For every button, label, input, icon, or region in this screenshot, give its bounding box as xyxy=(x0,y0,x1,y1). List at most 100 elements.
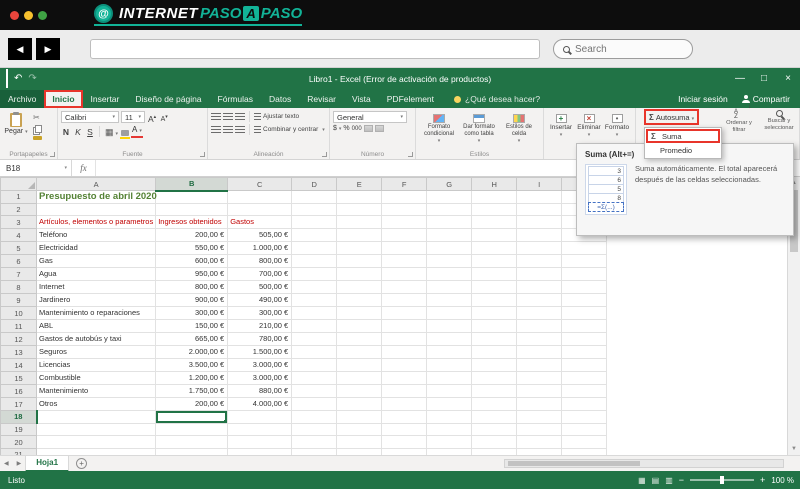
cell-H11[interactable] xyxy=(471,319,518,334)
copy-button[interactable] xyxy=(35,125,42,133)
cell-E12[interactable] xyxy=(336,332,383,347)
cell-J17[interactable] xyxy=(561,397,608,412)
normal-view-button[interactable]: ▦ xyxy=(638,476,646,485)
cell-C18[interactable] xyxy=(227,410,293,424)
cell-G17[interactable] xyxy=(426,397,473,412)
cell-C12[interactable]: 780,00 € xyxy=(227,332,293,347)
cell-E19[interactable] xyxy=(336,422,383,437)
ribbon-tab-archivo[interactable]: Archivo xyxy=(0,90,45,108)
row-header-14[interactable]: 14 xyxy=(0,358,37,373)
currency-format-button[interactable]: $ xyxy=(333,125,341,132)
paste-button[interactable]: Pegar xyxy=(3,111,29,135)
cell-C5[interactable]: 1.000,00 € xyxy=(227,241,293,256)
cell-I7[interactable] xyxy=(516,267,563,282)
cell-G2[interactable] xyxy=(426,202,473,217)
cell-E6[interactable] xyxy=(336,254,383,269)
zoom-slider-thumb[interactable] xyxy=(720,476,725,484)
cell-H4[interactable] xyxy=(471,228,518,243)
cell-A19[interactable] xyxy=(35,422,157,437)
cell-C7[interactable]: 700,00 € xyxy=(227,267,293,282)
cell-C20[interactable] xyxy=(227,435,293,449)
font-color-button[interactable]: A xyxy=(131,125,143,138)
cell-J7[interactable] xyxy=(561,267,608,282)
cell-A7[interactable]: Agua xyxy=(35,267,157,282)
cell-B17[interactable]: 200,00 € xyxy=(155,397,229,412)
cell-C11[interactable]: 210,00 € xyxy=(227,319,293,334)
cell-H15[interactable] xyxy=(471,371,518,386)
cell-J16[interactable] xyxy=(561,384,608,399)
cell-H16[interactable] xyxy=(471,384,518,399)
cell-C10[interactable]: 300,00 € xyxy=(227,306,293,321)
clipboard-dialog-launcher[interactable] xyxy=(50,152,55,157)
cell-J10[interactable] xyxy=(561,306,608,321)
cell-A20[interactable] xyxy=(35,435,157,449)
underline-button[interactable]: S xyxy=(85,126,95,138)
cell-J9[interactable] xyxy=(561,293,608,308)
cell-J18[interactable] xyxy=(561,410,608,424)
cell-F1[interactable] xyxy=(381,190,428,204)
cell-B4[interactable]: 200,00 € xyxy=(155,228,229,243)
row-header-13[interactable]: 13 xyxy=(0,345,37,360)
cell-J11[interactable] xyxy=(561,319,608,334)
row-header-4[interactable]: 4 xyxy=(0,228,37,243)
cell-B16[interactable]: 1.750,00 € xyxy=(155,384,229,399)
cell-D7[interactable] xyxy=(291,267,338,282)
window-dot-red[interactable] xyxy=(10,10,19,20)
row-header-3[interactable]: 3 xyxy=(0,215,37,230)
cell-E8[interactable] xyxy=(336,280,383,295)
insert-cells-button[interactable]: Insertar xyxy=(547,111,575,148)
autosum-menu-item-promedio[interactable]: Promedio xyxy=(646,143,720,157)
cell-D17[interactable] xyxy=(291,397,338,412)
cell-E14[interactable] xyxy=(336,358,383,373)
insert-function-button[interactable]: fx xyxy=(72,160,96,176)
cell-G5[interactable] xyxy=(426,241,473,256)
col-header-H[interactable]: H xyxy=(471,177,518,191)
decrease-decimal-button[interactable] xyxy=(374,125,384,132)
cell-I13[interactable] xyxy=(516,345,563,360)
cell-C1[interactable] xyxy=(227,190,293,204)
cell-G18[interactable] xyxy=(426,410,473,424)
zoom-in-button[interactable]: + xyxy=(760,475,765,485)
ribbon-tab-datos[interactable]: Datos xyxy=(261,90,299,108)
cell-E17[interactable] xyxy=(336,397,383,412)
row-header-17[interactable]: 17 xyxy=(0,397,37,412)
cell-E5[interactable] xyxy=(336,241,383,256)
cell-I2[interactable] xyxy=(516,202,563,217)
minimize-button[interactable]: — xyxy=(728,68,752,90)
ribbon-tab-insertar[interactable]: Insertar xyxy=(83,90,128,108)
cell-B6[interactable]: 600,00 € xyxy=(155,254,229,269)
cell-D3[interactable] xyxy=(291,215,338,230)
cell-F14[interactable] xyxy=(381,358,428,373)
cell-H2[interactable] xyxy=(471,202,518,217)
cell-J15[interactable] xyxy=(561,371,608,386)
ribbon-tab-revisar[interactable]: Revisar xyxy=(299,90,344,108)
cell-G4[interactable] xyxy=(426,228,473,243)
cell-E15[interactable] xyxy=(336,371,383,386)
horizontal-scroll-thumb[interactable] xyxy=(508,461,640,466)
cell-G10[interactable] xyxy=(426,306,473,321)
page-break-view-button[interactable]: ▥ xyxy=(665,476,673,485)
cell-D18[interactable] xyxy=(291,410,338,424)
cell-D14[interactable] xyxy=(291,358,338,373)
fill-color-button[interactable] xyxy=(120,129,131,139)
cell-F20[interactable] xyxy=(381,435,428,449)
cell-I19[interactable] xyxy=(516,422,563,437)
cell-I14[interactable] xyxy=(516,358,563,373)
cell-C17[interactable]: 4.000,00 € xyxy=(227,397,293,412)
cell-C14[interactable]: 3.000,00 € xyxy=(227,358,293,373)
row-header-15[interactable]: 15 xyxy=(0,371,37,386)
number-format-select[interactable]: General ▾ xyxy=(333,111,407,123)
comma-style-button[interactable]: 000 xyxy=(352,126,362,132)
cell-I15[interactable] xyxy=(516,371,563,386)
autosum-menu-item-suma[interactable]: Σ Suma xyxy=(646,129,720,143)
address-input[interactable] xyxy=(91,41,539,59)
close-button[interactable]: × xyxy=(776,68,800,90)
cell-A6[interactable]: Gas xyxy=(35,254,157,269)
row-header-2[interactable]: 2 xyxy=(0,202,37,217)
cell-H9[interactable] xyxy=(471,293,518,308)
cell-C3[interactable]: Gastos xyxy=(227,215,293,230)
cell-E2[interactable] xyxy=(336,202,383,217)
back-button[interactable]: ◀ xyxy=(8,38,32,60)
cell-A16[interactable]: Mantenimiento xyxy=(35,384,157,399)
row-header-11[interactable]: 11 xyxy=(0,319,37,334)
